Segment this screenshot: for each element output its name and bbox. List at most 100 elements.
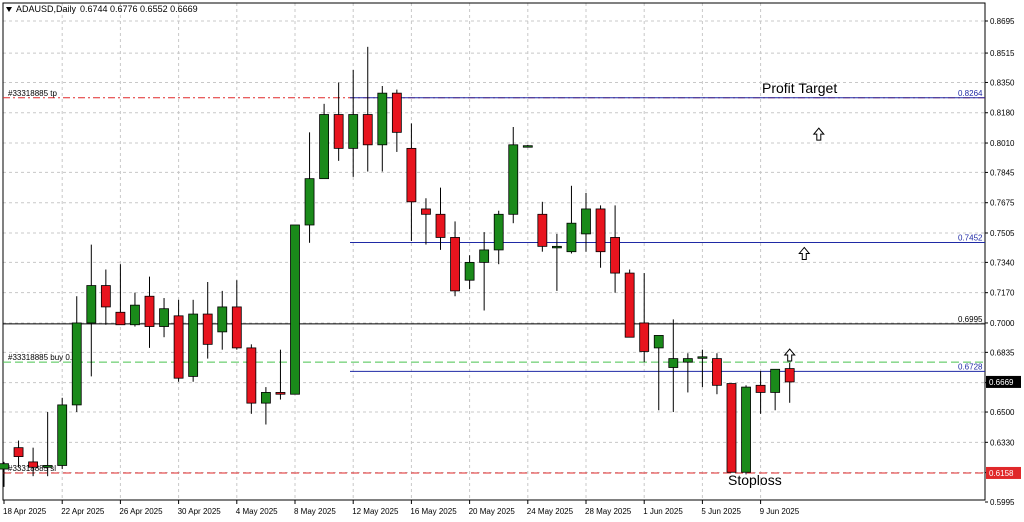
candle-body-bear xyxy=(755,384,766,393)
candle-body-bear xyxy=(639,322,650,352)
y-tick-label: 0.5995 xyxy=(990,498,1015,507)
candle-body-bear xyxy=(595,208,606,253)
candle-body-bull xyxy=(770,368,781,393)
y-tick-label: 0.6835 xyxy=(990,348,1015,357)
candle-body-bull xyxy=(319,114,330,180)
candle-body-bull xyxy=(57,404,68,466)
candle-body-bull xyxy=(566,222,577,253)
candle[interactable] xyxy=(290,224,300,395)
x-tick-label: 4 May 2025 xyxy=(236,507,278,516)
candle-body-bear xyxy=(333,114,344,149)
y-tick-label: 0.6330 xyxy=(990,438,1015,447)
candle[interactable] xyxy=(741,385,751,475)
y-tick-label: 0.7340 xyxy=(990,258,1015,267)
candle-body-bull xyxy=(493,213,504,251)
candle-body-bear xyxy=(712,358,722,386)
x-tick-label: 30 Apr 2025 xyxy=(178,507,222,516)
candle-body-bull xyxy=(188,313,199,377)
candle-body-bull xyxy=(508,144,519,215)
candle-body-bull xyxy=(552,245,562,249)
x-tick-label: 22 Apr 2025 xyxy=(61,507,105,516)
candle-body-bull xyxy=(653,335,664,349)
candle-body-bull xyxy=(479,249,490,263)
candle-body-bull xyxy=(464,261,475,281)
chart-header: ADAUSD,Daily 0.6744 0.6776 0.6552 0.6669 xyxy=(6,4,198,14)
level-label-buy: #33318885 buy 0.50 xyxy=(8,353,82,362)
candle-body-bear xyxy=(435,213,446,238)
x-tick-label: 20 May 2025 xyxy=(469,507,516,516)
x-tick-label: 5 Jun 2025 xyxy=(701,507,741,516)
candle-body-bull xyxy=(682,358,693,363)
price-tag-text: 0.6728 xyxy=(958,362,983,371)
y-tick-label: 0.7170 xyxy=(990,289,1015,298)
candle-body-bull xyxy=(741,386,751,473)
y-tick-label: 0.6500 xyxy=(990,408,1015,417)
candle-body-bear xyxy=(231,306,242,349)
candle-body-bear xyxy=(450,237,460,292)
candle-body-bull xyxy=(217,306,228,333)
candle[interactable] xyxy=(726,383,737,473)
candle-body-bear xyxy=(537,213,548,247)
x-tick-label: 12 May 2025 xyxy=(352,507,399,516)
candle[interactable] xyxy=(319,103,330,180)
x-tick-label: 1 Jun 2025 xyxy=(643,507,683,516)
candle-body-bear xyxy=(406,147,417,203)
candle-body-bear xyxy=(115,311,126,326)
candle-body-bear xyxy=(784,368,795,383)
candle-body-bull xyxy=(260,392,271,404)
candle-body-bear xyxy=(202,313,213,345)
candle-body-bull xyxy=(668,358,679,368)
candle-body-bear xyxy=(726,383,737,473)
candle-body-bear xyxy=(421,208,431,215)
candle[interactable] xyxy=(624,269,635,338)
x-tick-label: 16 May 2025 xyxy=(410,507,457,516)
x-tick-label: 24 May 2025 xyxy=(527,507,574,516)
candle-body-bull xyxy=(377,92,388,146)
level-label-tp: #33318885 tp xyxy=(8,89,57,98)
price-tag-label: 0.6669 xyxy=(989,378,1014,387)
candle-body-bull xyxy=(42,465,53,468)
candle-body-bear xyxy=(13,447,24,457)
y-tick-label: 0.8515 xyxy=(990,49,1015,58)
candle-body-bear xyxy=(246,347,257,404)
y-tick-label: 0.8180 xyxy=(990,109,1015,118)
candle-body-bear xyxy=(28,461,39,468)
candle-body-bear xyxy=(275,392,286,395)
candle-body-bull xyxy=(348,114,359,149)
y-tick-label: 0.7000 xyxy=(990,319,1015,328)
candle-body-bear xyxy=(391,92,402,133)
candle-body-bull xyxy=(304,178,315,226)
y-tick-label: 0.7505 xyxy=(990,229,1015,238)
ohlc-values: 0.6744 0.6776 0.6552 0.6669 xyxy=(80,4,198,14)
candle-body-bull xyxy=(290,224,300,395)
candle-body-bull xyxy=(581,208,591,235)
profit-target-label: Profit Target xyxy=(762,80,837,96)
y-tick-label: 0.7845 xyxy=(990,168,1015,177)
stoploss-label: Stoploss xyxy=(728,472,782,488)
candle-body-bull xyxy=(71,322,82,406)
candle-body-bull xyxy=(130,304,140,326)
y-tick-label: 0.8350 xyxy=(990,78,1015,87)
candle[interactable] xyxy=(57,397,68,470)
candle[interactable] xyxy=(246,344,257,414)
x-tick-label: 26 Apr 2025 xyxy=(119,507,163,516)
candle-body-bull xyxy=(697,356,708,359)
x-tick-label: 9 Jun 2025 xyxy=(760,507,800,516)
x-tick-label: 28 May 2025 xyxy=(585,507,632,516)
candle-body-bear xyxy=(100,285,111,308)
x-tick-label: 18 Apr 2025 xyxy=(3,507,47,516)
candle-body-bear xyxy=(144,295,155,327)
y-tick-label: 0.8010 xyxy=(990,139,1015,148)
chart-background xyxy=(0,0,1024,522)
x-tick-label: 8 May 2025 xyxy=(294,507,336,516)
candle-body-bull xyxy=(86,285,97,324)
candle-body-bull xyxy=(0,463,9,470)
y-tick-label: 0.7675 xyxy=(990,199,1015,208)
price-tag-text: 0.6995 xyxy=(958,315,983,324)
candle-body-bear xyxy=(610,237,620,274)
candle-body-bull xyxy=(159,308,169,327)
price-tag-text: 0.8264 xyxy=(958,89,983,98)
candle-body-bull xyxy=(522,145,533,148)
price-chart[interactable]: #33318885 tp#33318885 buy 0.50#33318885 … xyxy=(0,0,1024,522)
candle-body-bear xyxy=(173,315,184,379)
